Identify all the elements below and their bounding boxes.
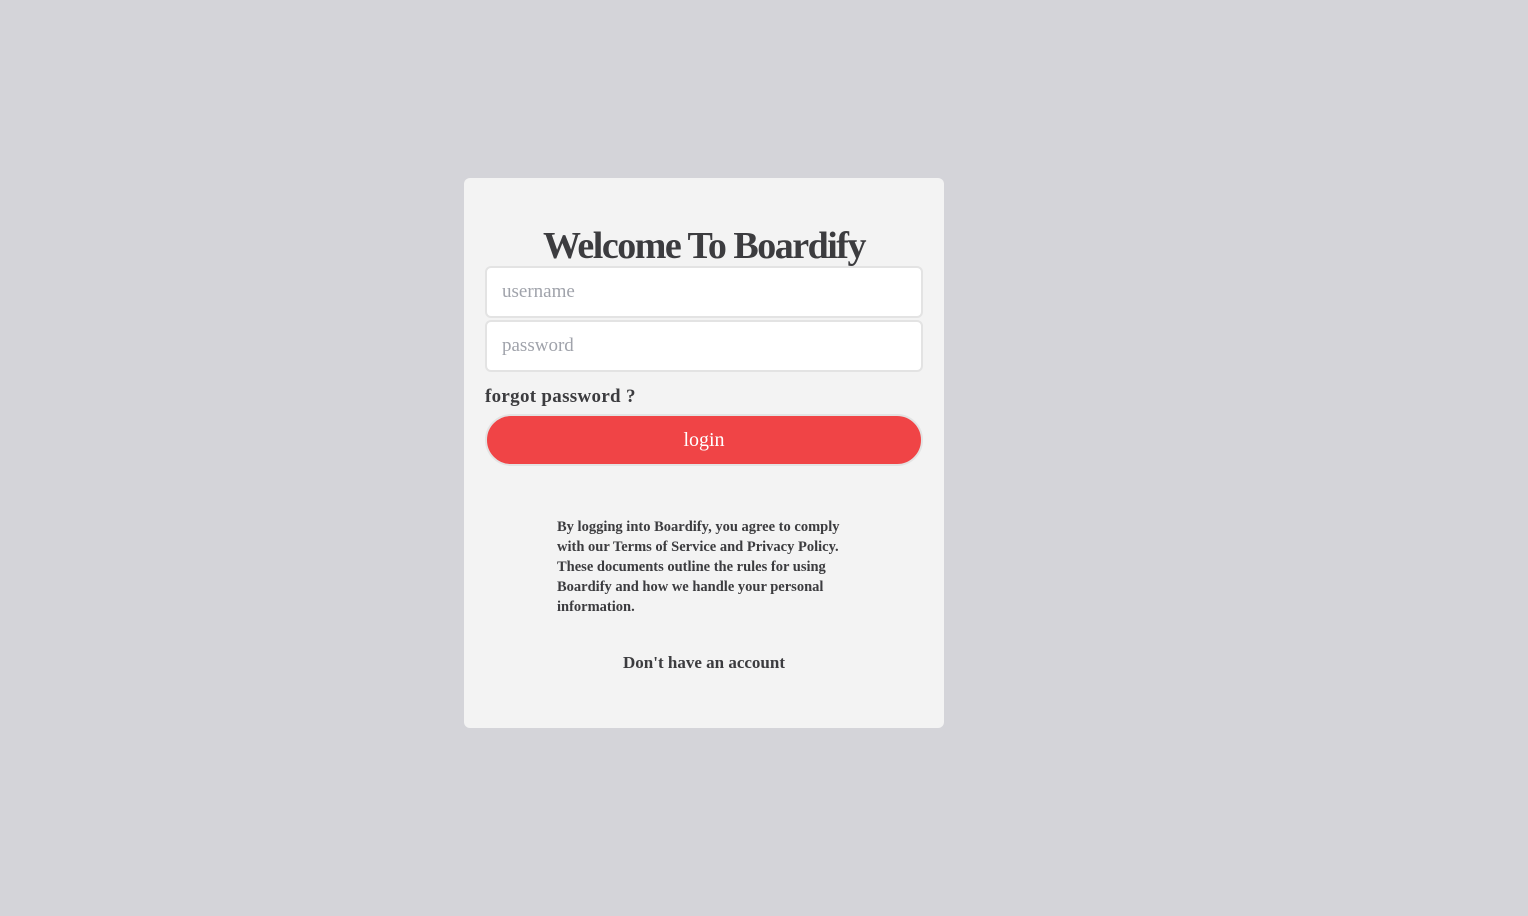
login-card: Welcome To Boardify forgot password ? lo… [464,178,944,728]
terms-notice: By logging into Boardify, you agree to c… [557,519,840,615]
username-input[interactable] [485,266,923,318]
forgot-password-link[interactable]: forgot password ? [485,386,636,408]
page-title: Welcome To Boardify [543,225,866,267]
password-input[interactable] [485,320,923,372]
signup-link[interactable]: Don't have an account [464,653,944,673]
login-button[interactable]: login [485,414,923,466]
